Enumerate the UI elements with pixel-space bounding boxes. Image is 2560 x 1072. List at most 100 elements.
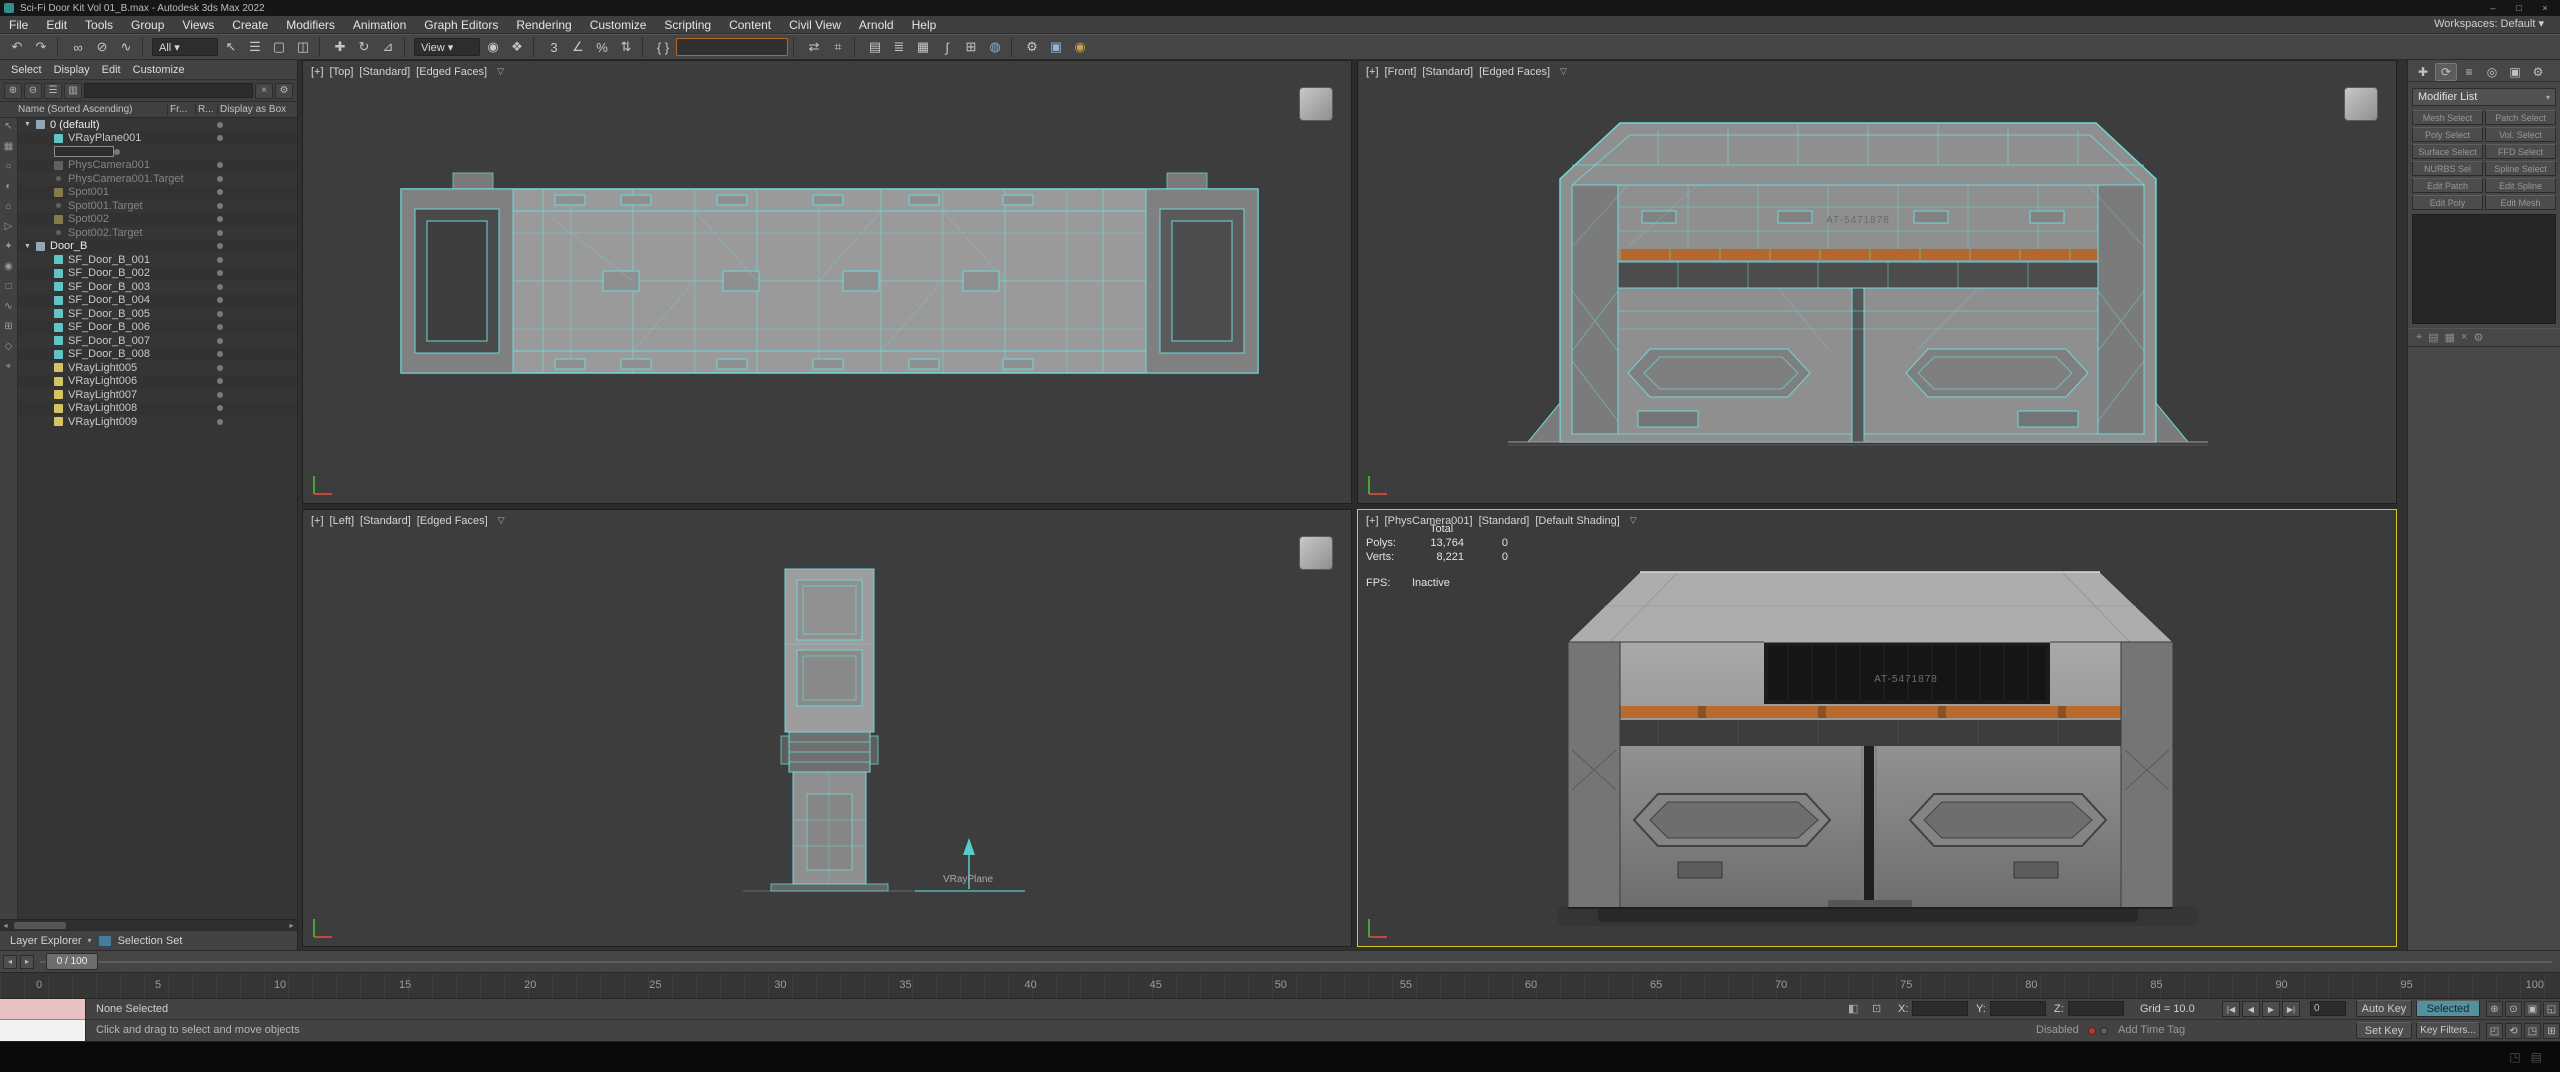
modifier-button[interactable]: Edit Poly — [2412, 195, 2483, 210]
stack-tool-icon[interactable]: ⌖ — [2416, 331, 2422, 344]
render-toggle-dot[interactable] — [217, 283, 223, 290]
column-header-frozen[interactable]: Fr... — [167, 104, 195, 115]
menu-item[interactable]: Tools — [76, 16, 122, 34]
degradation-gray-dot[interactable] — [2100, 1027, 2108, 1035]
playback-button[interactable]: ◀ — [2242, 1001, 2260, 1017]
column-header-name[interactable]: Name (Sorted Ascending) — [0, 104, 167, 115]
viewport-menu-shading[interactable]: [Edged Faces] — [417, 515, 488, 527]
auto-key-button[interactable]: Auto Key — [2356, 1000, 2412, 1017]
menu-item[interactable]: File — [0, 16, 37, 34]
toolbar-button[interactable]: ▦ — [912, 36, 934, 58]
maxscript-mini-listener[interactable] — [0, 999, 86, 1042]
viewport-nav-icon[interactable]: ◱ — [2543, 1001, 2560, 1017]
listener-line[interactable] — [0, 1020, 85, 1041]
expand-arrow-icon[interactable]: ▼ — [24, 243, 36, 250]
toolbar-button[interactable]: ▣ — [1045, 36, 1067, 58]
menu-item[interactable]: Customize — [581, 16, 656, 34]
toolbar-button[interactable]: ∫ — [936, 36, 958, 58]
toolbar-button[interactable]: ✚ — [329, 36, 351, 58]
set-key-button[interactable]: Set Key — [2356, 1022, 2412, 1039]
toolbar-button[interactable]: ↖ — [220, 36, 242, 58]
render-toggle-dot[interactable] — [217, 243, 223, 250]
render-toggle-dot[interactable] — [217, 310, 223, 317]
explorer-filter-icon[interactable]: ⌖ — [6, 361, 12, 372]
modifier-button[interactable]: Surface Select — [2412, 144, 2483, 159]
explorer-row[interactable]: SF_Door_B_005 — [18, 307, 297, 321]
explorer-row[interactable]: ▼ 0 (default) — [18, 118, 297, 132]
toolbar-button[interactable] — [57, 37, 62, 57]
render-toggle-dot[interactable] — [217, 229, 223, 236]
render-toggle-dot[interactable] — [217, 378, 223, 385]
render-toggle-dot[interactable] — [217, 364, 223, 371]
playback-button[interactable]: |◀ — [2222, 1001, 2240, 1017]
render-toggle-dot[interactable] — [217, 202, 223, 209]
toolbar-button[interactable]: ↻ — [353, 36, 375, 58]
time-slider-track[interactable] — [40, 961, 2552, 963]
explorer-row[interactable]: VRayLight005 — [18, 361, 297, 375]
stack-tool-icon[interactable]: ▤ — [2428, 331, 2438, 344]
render-toggle-dot[interactable] — [217, 162, 223, 169]
explorer-tool-icon[interactable]: ⊕ — [4, 82, 22, 99]
menu-item[interactable]: Animation — [344, 16, 415, 34]
viewport-menu-shading[interactable]: [Edged Faces] — [1479, 66, 1550, 78]
toolbar-button[interactable]: ∿ — [115, 36, 137, 58]
toolbar-button[interactable]: % — [591, 36, 613, 58]
explorer-tool-icon[interactable]: ▥ — [64, 82, 82, 99]
menu-item[interactable]: Views — [173, 16, 223, 34]
stack-tool-icon[interactable]: ⚙ — [2473, 331, 2483, 344]
viewport-nav-icon[interactable]: ⊞ — [2543, 1023, 2560, 1039]
toolbar-button[interactable]: ⌗ — [827, 36, 849, 58]
explorer-row[interactable]: VRayLight008 — [18, 401, 297, 415]
menu-item[interactable]: Modifiers — [277, 16, 344, 34]
command-panel-tab[interactable]: ⚙ — [2527, 63, 2549, 81]
toolbar-button[interactable]: All ▾ — [152, 38, 218, 56]
explorer-menu-item[interactable]: Edit — [97, 64, 126, 76]
toolbar-button[interactable]: View ▾ — [414, 38, 480, 56]
command-panel-tab[interactable]: ⟳ — [2435, 62, 2457, 81]
modifier-stack-list[interactable] — [2412, 214, 2556, 324]
window-control-button[interactable]: □ — [2506, 0, 2532, 15]
command-panel-tab[interactable]: ▣ — [2504, 63, 2526, 81]
viewport-menu-shading[interactable]: [Edged Faces] — [416, 66, 487, 78]
per-view-filter-icon[interactable]: ▽ — [498, 515, 505, 527]
modifier-button[interactable]: NURBS Sel — [2412, 161, 2483, 176]
toolbar-button[interactable] — [533, 37, 538, 57]
per-view-filter-icon[interactable]: ▽ — [1630, 515, 1637, 527]
render-toggle-dot[interactable] — [217, 351, 223, 358]
previous-frame-icon[interactable]: ◂ — [3, 954, 17, 969]
x-coordinate-field[interactable] — [1912, 1001, 1968, 1016]
toolbar-button[interactable]: ⇄ — [803, 36, 825, 58]
render-toggle-dot[interactable] — [217, 175, 223, 182]
menu-item[interactable]: Group — [122, 16, 173, 34]
explorer-row[interactable]: PhysCamera001.Target — [18, 172, 297, 186]
viewport-nav-icon[interactable]: ⟲ — [2505, 1023, 2522, 1039]
toolbar-button[interactable]: ≣ — [888, 36, 910, 58]
explorer-menu-item[interactable]: Display — [49, 64, 95, 76]
viewport-camera[interactable]: AT-5471878 [+] [PhysCamera001] [Standard… — [1357, 509, 2397, 947]
explorer-filter-icon[interactable]: ◉ — [4, 261, 13, 272]
toolbar-button[interactable]: ☰ — [244, 36, 266, 58]
toolbar-button[interactable]: { } — [652, 36, 674, 58]
explorer-filter-icon[interactable]: ✦ — [4, 241, 12, 252]
explorer-row[interactable]: ▼ Door_B — [18, 239, 297, 253]
render-toggle-dot[interactable] — [114, 148, 120, 155]
toolbar-button[interactable]: ▢ — [268, 36, 290, 58]
explorer-row[interactable]: SF_Door_B_006 — [18, 320, 297, 334]
window-control-button[interactable]: – — [2480, 0, 2506, 15]
key-filters-button[interactable]: Key Filters... — [2416, 1022, 2480, 1039]
explorer-menu-item[interactable]: Select — [6, 64, 47, 76]
toolbar-button[interactable]: ❖ — [506, 36, 528, 58]
explorer-row[interactable]: VRayLight009 — [18, 415, 297, 429]
viewport-menu-general[interactable]: [+] — [1366, 66, 1379, 78]
layer-explorer-selector[interactable]: Layer Explorer — [10, 935, 82, 947]
explorer-row[interactable]: Spot002 — [18, 212, 297, 226]
command-panel-tab[interactable]: ✚ — [2412, 63, 2434, 81]
toolbar-button[interactable]: ∞ — [67, 36, 89, 58]
modifier-button[interactable]: FFD Select — [2485, 144, 2556, 159]
modifier-button[interactable]: Patch Select — [2485, 110, 2556, 125]
menu-item[interactable]: Help — [903, 16, 946, 34]
viewport-menu-pov[interactable]: [Left] — [330, 515, 354, 527]
menu-item[interactable]: Arnold — [850, 16, 903, 34]
column-header-render[interactable]: R... — [195, 104, 217, 115]
explorer-filter-icon[interactable]: ○ — [5, 161, 11, 172]
